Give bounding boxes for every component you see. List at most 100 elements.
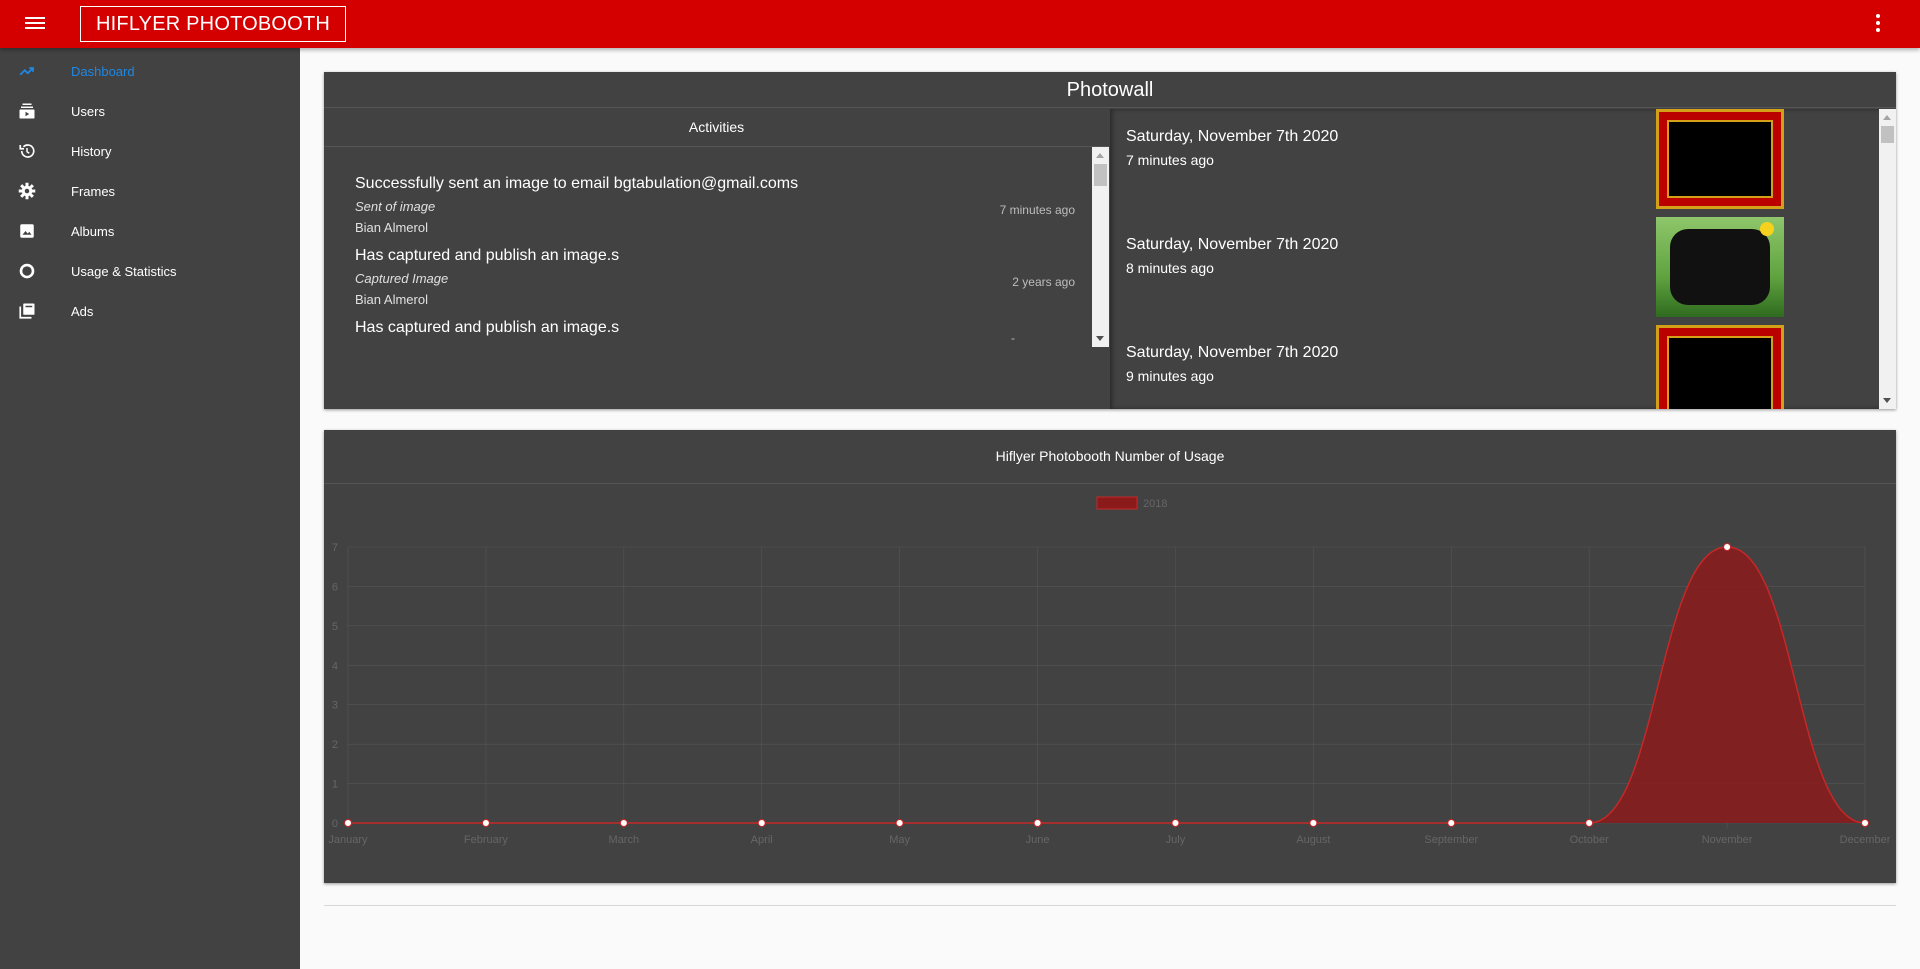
sun-icon: [1760, 222, 1774, 236]
activity-title: Successfully sent an image to email bgta…: [355, 175, 799, 192]
x-tick-label: September: [1424, 834, 1478, 846]
x-tick-label: May: [889, 834, 910, 846]
data-point: [1171, 819, 1180, 827]
activities-panel: Activities Successfully sent an image to…: [324, 109, 1109, 409]
history-icon: [19, 144, 35, 158]
x-tick-label: February: [464, 834, 509, 846]
trending-up-icon: [19, 67, 34, 76]
series-area: [348, 547, 1865, 823]
photowall-card: Photowall Activities Successfully sent a…: [324, 72, 1896, 409]
sidebar-item-label: Ads: [71, 303, 94, 319]
activity-title: Has captured and publish an image.s: [355, 319, 620, 336]
data-point: [344, 819, 352, 827]
feed-item[interactable]: Saturday, November 7th 2020 9 minutes ag…: [1126, 325, 1866, 409]
data-point: [481, 819, 490, 827]
activity-user: Bian Almerol: [355, 220, 428, 235]
sidebar-item-usage-statistics[interactable]: Usage & Statistics: [0, 251, 300, 291]
y-tick-label: 7: [332, 542, 338, 554]
divider: [324, 905, 1896, 906]
subscriptions-icon: [19, 103, 35, 119]
library-icon: [19, 303, 35, 319]
app-bar: HIFLYER PHOTOBOOTH: [0, 0, 1920, 48]
activity-time: 2 years ago: [1012, 275, 1075, 289]
data-point: [1585, 819, 1594, 827]
activity-time: 7 minutes ago: [999, 203, 1075, 217]
scroll-up-arrow-icon[interactable]: [1883, 115, 1891, 120]
usage-chart-card: Hiflyer Photobooth Number of Usage 2018 0…: [324, 430, 1896, 883]
activity-user: Bian Almerol: [355, 292, 428, 307]
list-item[interactable]: Successfully sent an image to email bgta…: [355, 175, 1075, 235]
activity-type: Captured Image: [355, 271, 449, 286]
sidebar-item-frames[interactable]: Frames: [0, 171, 300, 211]
x-tick-label: January: [328, 834, 368, 846]
activities-heading: Activities: [324, 109, 1109, 147]
scroll-up-arrow-icon[interactable]: [1096, 153, 1104, 158]
gear-icon: [18, 182, 36, 200]
activity-type: Sent of image: [355, 199, 436, 214]
hamburger-menu-icon[interactable]: [22, 14, 48, 34]
sidebar-item-dashboard[interactable]: Dashboard: [0, 51, 300, 91]
sidebar-item-history[interactable]: History: [0, 131, 300, 171]
data-point: [619, 819, 628, 827]
x-tick-label: August: [1296, 834, 1330, 846]
ring-icon: [19, 263, 35, 279]
x-tick-label: December: [1840, 834, 1891, 846]
sidebar-item-users[interactable]: Users: [0, 91, 300, 131]
red-gold-frame-thumbnail[interactable]: [1656, 109, 1784, 209]
list-item[interactable]: Has captured and publish an image.s Capt…: [355, 247, 1075, 307]
data-point: [1447, 819, 1456, 827]
photowall-title: Photowall: [324, 72, 1896, 108]
sidebar-item-ads[interactable]: Ads: [0, 291, 300, 331]
feed-scrollbar[interactable]: [1879, 109, 1896, 409]
scrollbar-thumb[interactable]: [1881, 126, 1894, 143]
activities-list[interactable]: Successfully sent an image to email bgta…: [324, 147, 1109, 409]
list-item[interactable]: Has captured and publish an image.s -: [355, 319, 1075, 341]
y-tick-label: 4: [332, 660, 338, 672]
scroll-down-arrow-icon[interactable]: [1883, 398, 1891, 403]
main-content: Photowall Activities Successfully sent a…: [300, 48, 1920, 969]
photowall-feed[interactable]: Saturday, November 7th 2020 7 minutes ag…: [1110, 109, 1896, 409]
data-point: [1309, 819, 1318, 827]
data-point: [757, 819, 766, 827]
scroll-down-arrow-icon[interactable]: [1096, 336, 1104, 341]
y-tick-label: 5: [332, 621, 338, 633]
sidebar-item-albums[interactable]: Albums: [0, 211, 300, 251]
y-tick-label: 1: [332, 779, 338, 791]
x-tick-label: November: [1702, 834, 1753, 846]
more-vert-icon[interactable]: [1874, 14, 1882, 34]
usage-chart[interactable]: 2018 0 1 2 3 4 5 6 7 January February March April May…: [324, 485, 1896, 883]
activities-scrollbar[interactable]: [1092, 147, 1109, 347]
chart-title: Hiflyer Photobooth Number of Usage: [324, 430, 1896, 484]
data-point: [1861, 819, 1869, 827]
x-tick-label: October: [1570, 834, 1609, 846]
legend-swatch: [1096, 496, 1138, 510]
sidebar-item-label: Dashboard: [71, 63, 135, 79]
sidebar-item-label: Frames: [71, 183, 116, 199]
sidebar-item-label: History: [71, 143, 112, 159]
app-title[interactable]: HIFLYER PHOTOBOOTH: [80, 6, 347, 42]
sidebar-item-label: Users: [71, 103, 105, 119]
y-tick-label: 3: [332, 700, 338, 712]
sidebar-item-label: Usage & Statistics: [71, 263, 177, 279]
y-tick-label: 0: [332, 818, 338, 830]
x-tick-label: July: [1166, 834, 1186, 846]
data-point: [1723, 543, 1732, 551]
sidebar-item-label: Albums: [71, 223, 115, 239]
sidebar: Dashboard Users History Frames Albums Us…: [0, 48, 300, 969]
red-gold-frame-thumbnail[interactable]: [1656, 325, 1784, 409]
feed-item[interactable]: Saturday, November 7th 2020 7 minutes ag…: [1126, 109, 1866, 209]
legend-label: 2018: [1143, 498, 1167, 510]
activity-time: -: [1011, 331, 1015, 341]
image-icon: [20, 224, 34, 238]
x-tick-label: March: [609, 834, 640, 846]
y-tick-label: 2: [332, 739, 338, 751]
y-tick-label: 6: [332, 581, 338, 593]
nature-bunny-frame-thumbnail[interactable]: [1656, 217, 1784, 317]
feed-item[interactable]: Saturday, November 7th 2020 8 minutes ag…: [1126, 217, 1866, 317]
activity-title: Has captured and publish an image.s: [355, 247, 620, 264]
data-point: [895, 819, 904, 827]
data-point: [1033, 819, 1042, 827]
scrollbar-thumb[interactable]: [1094, 164, 1107, 186]
x-tick-label: April: [751, 834, 773, 846]
x-tick-label: June: [1026, 834, 1050, 846]
